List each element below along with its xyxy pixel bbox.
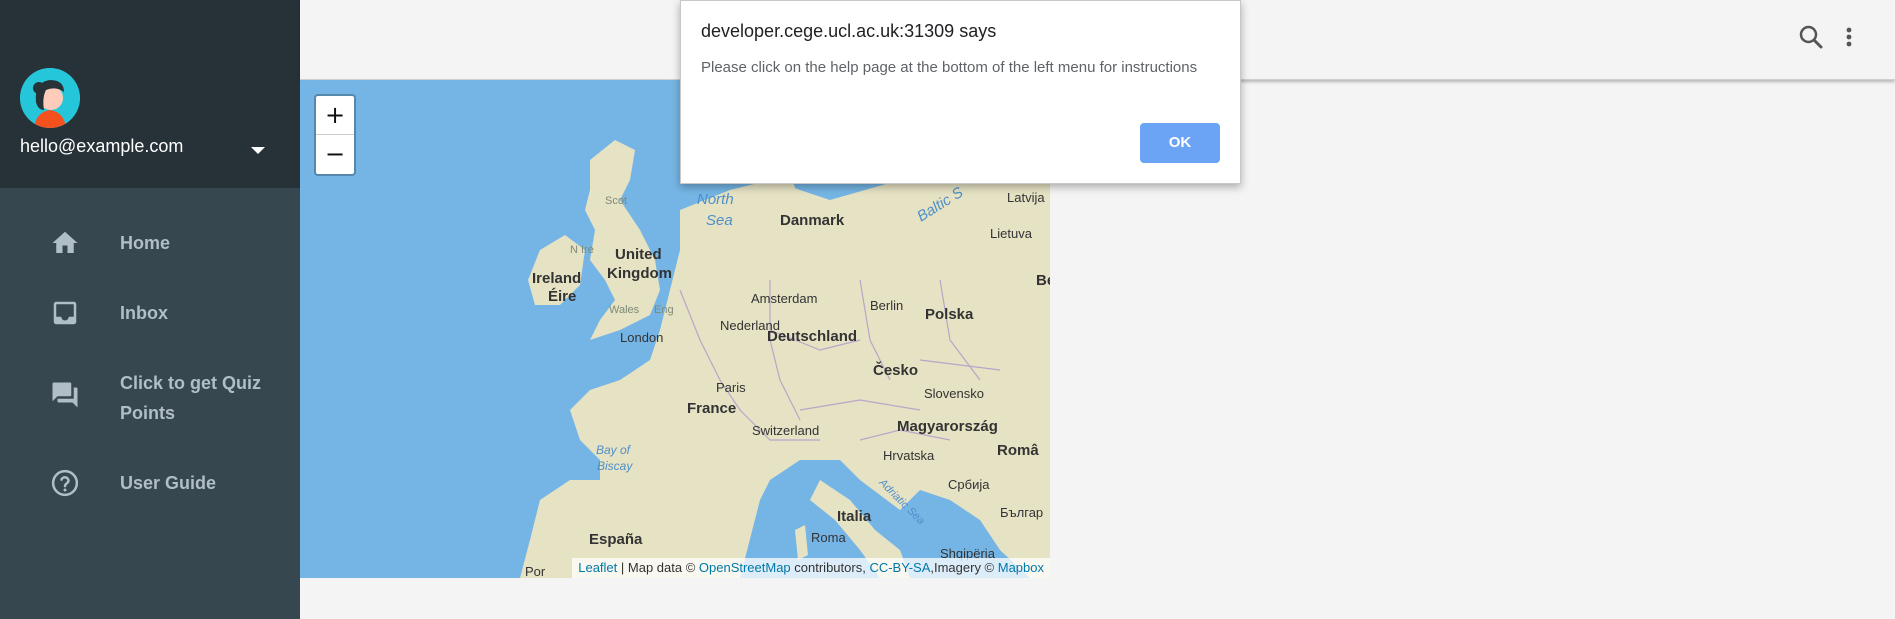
map-attribution: Leaflet | Map data © OpenStreetMap contr… <box>572 558 1050 578</box>
map-label: Kingdom <box>607 265 672 282</box>
map-label: Italia <box>837 508 872 525</box>
map-label: Roma <box>811 530 846 545</box>
map-label: Wales <box>609 304 640 316</box>
map-label: Paris <box>716 380 746 395</box>
map-label: Latvija <box>1007 190 1045 205</box>
more-vert-icon[interactable] <box>1837 22 1861 52</box>
help-circle-icon <box>50 468 80 498</box>
map-label: Slovensko <box>924 386 984 401</box>
map-label: Lietuva <box>990 226 1032 241</box>
dialog-message: Please click on the help page at the bot… <box>701 59 1198 76</box>
user-email: hello@example.com <box>20 136 184 156</box>
sidebar-item-user-guide[interactable]: User Guide <box>0 468 300 528</box>
sidebar-item-label: Home <box>120 233 171 253</box>
dialog-title: developer.cege.ucl.ac.uk:31309 says <box>701 21 997 41</box>
map-label: N Ire <box>570 244 594 256</box>
map-label: Българ <box>1000 505 1044 520</box>
search-icon[interactable] <box>1796 22 1826 52</box>
ok-button[interactable]: OK <box>1140 123 1220 163</box>
drawer-header: hello@example.com <box>0 0 300 188</box>
sidebar-item-inbox[interactable]: Inbox <box>0 298 300 358</box>
attribution-text: | Map data © <box>617 560 699 575</box>
map-label: Deutschland <box>767 328 858 345</box>
map-label: Amsterdam <box>751 291 818 306</box>
account-dropdown-icon[interactable] <box>246 138 270 162</box>
map-label: Româ <box>997 442 1039 459</box>
sidebar-item-quiz[interactable]: Click to get Quiz Points <box>0 368 300 438</box>
osm-link[interactable]: OpenStreetMap <box>699 560 791 575</box>
sidebar-item-label: Click to get Quiz <box>120 373 262 393</box>
sidebar-item-home[interactable]: Home <box>0 228 300 288</box>
map-label: Česko <box>873 362 919 379</box>
map-label: Sea <box>706 212 733 229</box>
leaflet-link[interactable]: Leaflet <box>578 560 617 575</box>
map-label: United <box>615 246 662 263</box>
sidebar-item-label: User Guide <box>120 473 217 493</box>
map-label: Switzerland <box>752 423 820 438</box>
map-label: España <box>589 531 643 548</box>
nav-drawer: hello@example.com Home Inbox Click to ge… <box>0 0 300 619</box>
map-label: France <box>687 400 737 417</box>
attribution-text: ,Imagery © <box>930 560 998 575</box>
map-label: Scot <box>605 195 628 207</box>
zoom-in-button[interactable]: + <box>316 96 354 135</box>
map-label: Biscay <box>597 459 633 473</box>
map-label: Polska <box>925 306 974 323</box>
map-label: Hrvatska <box>883 448 935 463</box>
map-label: Eng <box>654 304 674 316</box>
alert-dialog: developer.cege.ucl.ac.uk:31309 says Plea… <box>680 0 1241 184</box>
map-label: North <box>697 191 734 208</box>
map-label: Ireland <box>532 270 582 287</box>
license-link[interactable]: CC-BY-SA <box>869 560 930 575</box>
mapbox-link[interactable]: Mapbox <box>998 560 1044 575</box>
map-label: Éire <box>548 288 577 305</box>
sidebar-item-label: Inbox <box>120 303 168 323</box>
inbox-icon <box>50 298 80 328</box>
map-label: Por <box>525 564 546 578</box>
sidebar-item-label: Points <box>120 403 176 423</box>
avatar <box>20 68 80 128</box>
map-label: Be <box>1036 272 1050 289</box>
map-label: Magyarország <box>897 418 998 435</box>
map-label: Berlin <box>870 298 904 313</box>
map-label: Србија <box>948 477 990 492</box>
zoom-control: + − <box>314 94 356 176</box>
zoom-out-button[interactable]: − <box>316 135 354 173</box>
forum-icon <box>50 380 80 410</box>
map-label: London <box>620 330 664 345</box>
map-label: Danmark <box>780 212 845 229</box>
home-icon <box>50 228 80 258</box>
attribution-text: contributors, <box>790 560 870 575</box>
